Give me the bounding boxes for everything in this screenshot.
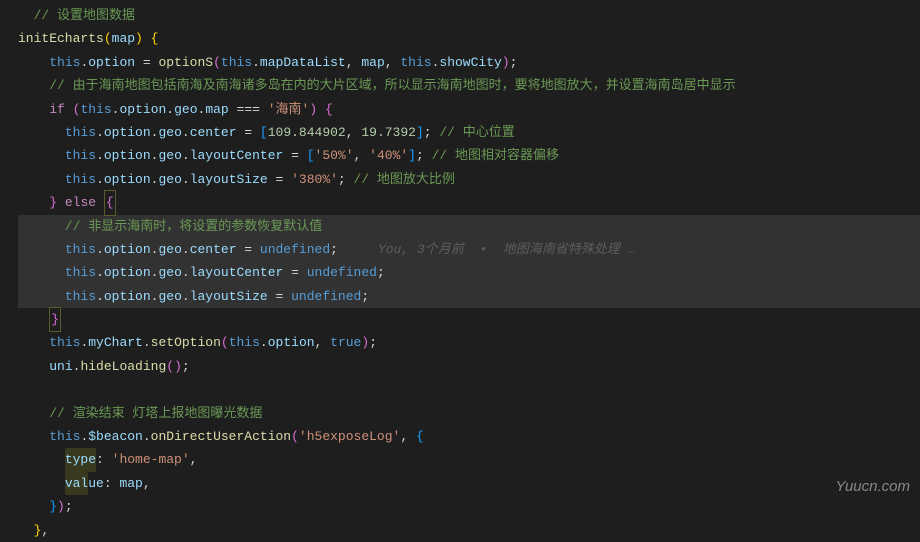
code-line: value: map, xyxy=(18,472,920,495)
code-line: this.$beacon.onDirectUserAction('h5expos… xyxy=(18,425,920,448)
code-line: this.option.geo.layoutSize = undefined; xyxy=(18,285,920,308)
code-editor[interactable]: // 设置地图数据 initEcharts(map) { this.option… xyxy=(0,0,920,542)
comment: // 设置地图数据 xyxy=(18,4,135,27)
code-line: } else { xyxy=(18,191,920,214)
gitlens-annotation: You, 3个月前 • 地图海南省特殊处理 … xyxy=(378,238,635,261)
code-line: this.option.geo.layoutCenter = undefined… xyxy=(18,261,920,284)
code-line: // 渲染结束 灯塔上报地图曝光数据 xyxy=(18,402,920,425)
comment: // 由于海南地图包括南海及南海诸多岛在内的大片区域，所以显示海南地图时，要将地… xyxy=(18,74,736,97)
code-line: }); xyxy=(18,495,920,518)
code-line: this.option.geo.layoutCenter = ['50%', '… xyxy=(18,144,920,167)
code-line: this.myChart.setOption(this.option, true… xyxy=(18,331,920,354)
function-name: initEcharts xyxy=(18,27,104,50)
code-line: this.option.geo.layoutSize = '380%'; // … xyxy=(18,168,920,191)
code-line: // 设置地图数据 xyxy=(18,4,920,27)
code-line: this.option.geo.center = [109.844902, 19… xyxy=(18,121,920,144)
code-line: this.option = optionS(this.mapDataList, … xyxy=(18,51,920,74)
code-line xyxy=(18,378,920,401)
code-line: initEcharts(map) { xyxy=(18,27,920,50)
code-line: // 非显示海南时，将设置的参数恢复默认值 xyxy=(18,215,920,238)
code-line: type: 'home-map', xyxy=(18,448,920,471)
code-line: uni.hideLoading(); xyxy=(18,355,920,378)
code-line: this.option.geo.center = undefined;You, … xyxy=(18,238,920,261)
code-line: } xyxy=(18,308,920,331)
code-line: }, xyxy=(18,519,920,542)
comment: // 非显示海南时，将设置的参数恢复默认值 xyxy=(18,215,322,238)
watermark: Yuucn.com xyxy=(836,473,910,500)
code-line: // 由于海南地图包括南海及南海诸多岛在内的大片区域，所以显示海南地图时，要将地… xyxy=(18,74,920,97)
comment: // 渲染结束 灯塔上报地图曝光数据 xyxy=(18,402,262,425)
code-line: if (this.option.geo.map === '海南') { xyxy=(18,98,920,121)
